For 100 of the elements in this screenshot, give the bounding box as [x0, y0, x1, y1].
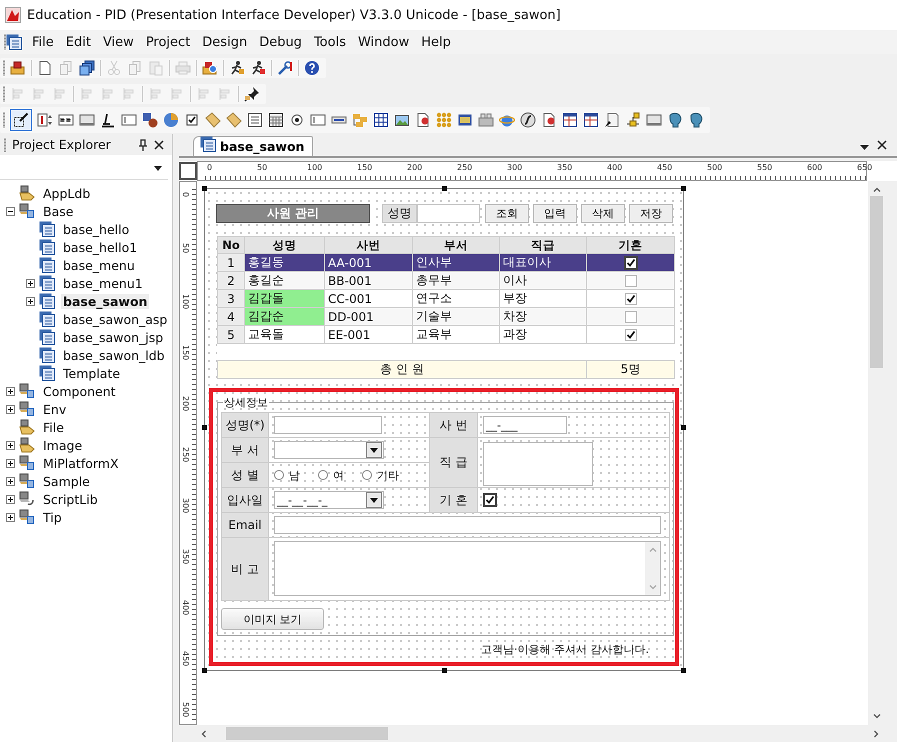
grid-row[interactable]: 4 김갑순 DD-001 기술부 차장	[218, 308, 674, 326]
tree-item[interactable]: base_sawon_asp	[61, 312, 170, 326]
static-text-icon[interactable]	[100, 112, 116, 128]
runner-icon[interactable]	[250, 60, 266, 76]
table-icon[interactable]	[562, 112, 578, 128]
pushpin-icon[interactable]	[244, 86, 260, 102]
tree-item[interactable]: AppLdb	[41, 186, 92, 200]
radio-button[interactable]	[318, 470, 328, 480]
menu-item[interactable]: File	[26, 32, 60, 52]
blocks-icon[interactable]	[478, 112, 494, 128]
text-area-icon[interactable]	[310, 112, 326, 128]
window-icon[interactable]	[6, 34, 22, 50]
scroll-down-icon[interactable]	[872, 714, 880, 719]
menu-item[interactable]: Tools	[308, 32, 352, 52]
name-field[interactable]	[274, 416, 382, 434]
mask-field-icon[interactable]	[58, 112, 74, 128]
tree-item[interactable]: Template	[61, 366, 122, 380]
expand-toggle[interactable]	[6, 476, 15, 486]
expand-toggle[interactable]	[6, 404, 15, 414]
image-button[interactable]: 이미지 보기	[221, 608, 324, 630]
scroll-thumb[interactable]	[870, 196, 883, 368]
collapse-toggle[interactable]	[6, 206, 15, 216]
tree-item[interactable]: Tip	[41, 510, 64, 524]
checkbox[interactable]	[624, 293, 636, 306]
radio-label[interactable]: 기타	[377, 468, 399, 482]
wrench-icon[interactable]	[277, 60, 293, 76]
grid-row[interactable]: 3 김갑돌 CC-001 연구소 부장	[218, 290, 674, 308]
department-dropdown[interactable]	[274, 441, 384, 459]
button-shape-icon[interactable]	[79, 112, 95, 128]
box-icon[interactable]	[10, 60, 26, 76]
checkbox[interactable]	[624, 256, 638, 270]
column-header[interactable]: No	[218, 236, 244, 254]
expand-toggle[interactable]	[6, 494, 15, 504]
disc-icon[interactable]	[520, 112, 536, 128]
tree-item[interactable]: base_sawon_ldb	[61, 348, 167, 362]
tree-item[interactable]: base_hello1	[61, 240, 140, 254]
radio-label[interactable]: 여	[333, 468, 344, 482]
email-field[interactable]	[274, 516, 661, 534]
tree-item[interactable]: Sample	[41, 474, 92, 488]
grid-row[interactable]: 1 홍길동 AA-001 인사부 대표이사	[218, 254, 674, 272]
form-canvas[interactable]	[204, 188, 684, 671]
editor-tab[interactable]: base_sawon	[193, 136, 314, 156]
calendar-icon[interactable]	[268, 112, 284, 128]
checkbox[interactable]	[624, 275, 636, 288]
resize-handle[interactable]	[681, 668, 686, 673]
data-grid[interactable]: No 성명 사번 부서 직급 기혼 1 홍길동 AA-001 인사부 대표이사 2 홍길순 BB-001 총무부 이사 3 김갑돌 CC-001 연구소 부장 4 김갑순 DD-001 기술부 차장 5 교육돌 EE-001 교육부 과장 총 인 원 5명	[217, 236, 675, 379]
close-icon[interactable]	[877, 140, 887, 150]
action-button[interactable]: 입력	[533, 204, 577, 223]
column-header[interactable]: 직급	[500, 236, 586, 254]
tree-item[interactable]: MiPlatformX	[41, 456, 121, 470]
ruler-corner[interactable]	[179, 162, 197, 180]
help-icon[interactable]	[304, 60, 320, 76]
employee-number-field[interactable]: __-___	[483, 416, 567, 434]
tree-item[interactable]: base_sawon	[61, 294, 150, 308]
pen-icon[interactable]	[604, 112, 620, 128]
head-icon[interactable]	[667, 112, 683, 128]
resize-handle[interactable]	[202, 668, 207, 673]
clipboard-icon[interactable]	[148, 60, 164, 76]
pie-icon[interactable]	[163, 112, 179, 128]
folders-icon[interactable]	[352, 112, 368, 128]
resize-handle[interactable]	[681, 186, 686, 191]
checkbox[interactable]	[483, 493, 497, 507]
scroll-left-icon[interactable]	[201, 730, 206, 738]
join-date-field[interactable]: __-__-__-_	[274, 491, 384, 509]
radio-button[interactable]	[274, 470, 284, 480]
tree-item[interactable]: Image	[41, 438, 84, 452]
disk-stack-icon[interactable]	[79, 60, 95, 76]
resize-handle[interactable]	[442, 668, 447, 673]
grid-row[interactable]: 2 홍길순 BB-001 총무부 이사	[218, 272, 674, 290]
document-icon[interactable]	[541, 112, 557, 128]
text-field-icon[interactable]	[121, 112, 137, 128]
page-icon[interactable]	[37, 60, 53, 76]
resize-handle[interactable]	[681, 425, 686, 430]
column-header[interactable]: 기혼	[586, 236, 674, 254]
resize-handle[interactable]	[202, 425, 207, 430]
tree-item[interactable]: base_menu	[61, 258, 137, 272]
pointer-tool[interactable]	[10, 108, 32, 130]
tree-item[interactable]: Env	[41, 402, 68, 416]
expand-toggle[interactable]	[6, 440, 15, 450]
resize-handle[interactable]	[202, 186, 207, 191]
document-icon[interactable]	[415, 112, 431, 128]
menu-item[interactable]: Help	[415, 32, 457, 52]
box-icon[interactable]	[202, 60, 218, 76]
expand-toggle[interactable]	[26, 296, 35, 306]
dropdown-arrow-icon[interactable]	[860, 145, 869, 150]
tag-icon[interactable]	[205, 112, 221, 128]
head-icon[interactable]	[688, 112, 704, 128]
runner-icon[interactable]	[229, 60, 245, 76]
action-button[interactable]: 삭제	[581, 204, 625, 223]
checkbox[interactable]	[624, 329, 636, 342]
close-icon[interactable]	[154, 140, 164, 150]
checkbox[interactable]	[624, 311, 636, 324]
tree-item[interactable]: base_hello	[61, 222, 132, 236]
list-icon[interactable]	[247, 112, 263, 128]
panel-icon[interactable]	[457, 112, 473, 128]
menu-item[interactable]: Window	[352, 32, 416, 52]
tree-item[interactable]: Component	[41, 384, 118, 398]
button-shape-icon[interactable]	[646, 112, 662, 128]
menu-item[interactable]: Design	[196, 32, 254, 52]
menu-item[interactable]: Debug	[253, 32, 308, 52]
